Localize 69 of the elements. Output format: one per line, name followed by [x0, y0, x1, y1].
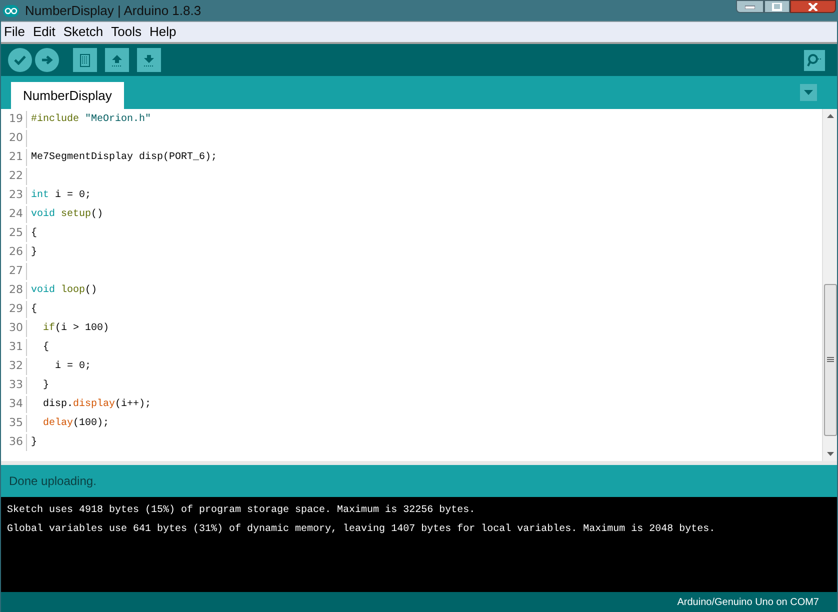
status-text: Done uploading. [9, 473, 96, 490]
save-button[interactable] [137, 48, 161, 72]
code-line: } [42, 378, 50, 393]
grip-icon [826, 357, 834, 363]
board-info: Arduino/Genuino Uno on COM7 [677, 596, 819, 610]
minimize-icon [745, 4, 755, 8]
maximize-button[interactable] [764, 0, 790, 13]
scroll-down-icon [826, 452, 834, 456]
code-line: { [42, 340, 50, 355]
code-line: i = 0; [54, 360, 92, 374]
line-number: 25 [1, 225, 27, 242]
line-number: 36 [1, 434, 27, 451]
minimize-button[interactable] [736, 0, 764, 13]
arrow-right-icon [41, 55, 53, 65]
menu-item[interactable]: Tools [111, 22, 142, 42]
code-line: delay(100); [42, 416, 110, 431]
line-number: 21 [1, 149, 27, 166]
line-number: 27 [1, 263, 27, 280]
code-line: disp.display(i++); [42, 398, 152, 412]
upload-button[interactable] [35, 48, 59, 72]
line-number: 34 [1, 396, 27, 413]
arrow-up-icon [111, 54, 123, 66]
code-line: int i = 0; [30, 188, 92, 203]
close-button[interactable] [790, 0, 836, 13]
close-icon [808, 2, 818, 10]
code-line: } [30, 246, 38, 260]
verify-button[interactable] [8, 48, 32, 72]
maximize-icon [772, 2, 782, 10]
infinity-logo-icon [3, 4, 19, 16]
line-number: 32 [1, 358, 27, 375]
line-number: 31 [1, 339, 27, 356]
line-number: 23 [1, 187, 27, 204]
document-icon [80, 54, 90, 66]
line-number: 20 [1, 130, 27, 147]
line-number: 26 [1, 244, 27, 261]
arrow-down-icon [143, 54, 155, 66]
magnifier-icon [806, 53, 822, 67]
menu-item[interactable]: Sketch [63, 22, 104, 42]
line-number: 30 [1, 320, 27, 337]
line-number: 22 [1, 168, 27, 185]
serial-monitor-button[interactable] [804, 50, 825, 70]
scroll-thumb[interactable] [824, 284, 836, 436]
line-number: 33 [1, 377, 27, 394]
line-number: 24 [1, 206, 27, 223]
line-number: 19 [1, 111, 27, 128]
tab[interactable]: NumberDisplay [11, 82, 124, 109]
window-title: NumberDisplay | Arduino 1.8.3 [25, 2, 202, 20]
menu-item[interactable]: Edit [32, 22, 56, 42]
console-line: Sketch uses 4918 bytes (15%) of program storage space. Maximum is 32256 bytes. [7, 504, 476, 518]
code-line: } [30, 436, 38, 450]
menu-item[interactable]: File [4, 22, 25, 42]
code-line: if(i > 100) [42, 322, 110, 336]
line-number: 35 [1, 415, 27, 432]
line-number: 29 [1, 301, 27, 318]
code-line: void setup() [30, 208, 104, 222]
new-button[interactable] [73, 48, 97, 72]
menu-item[interactable]: Help [149, 22, 176, 42]
code-line: { [30, 302, 38, 317]
line-number: 28 [1, 282, 27, 299]
scroll-up-icon [826, 114, 834, 118]
caret-down-icon [804, 90, 813, 95]
code-line: #include "MeOrion.h" [30, 112, 152, 127]
code-line: { [30, 226, 38, 241]
checkmark-icon [14, 55, 26, 65]
tab-menu-button[interactable] [800, 84, 817, 101]
code-line: Me7SegmentDisplay disp(PORT_6); [30, 150, 218, 165]
console-line: Global variables use 641 bytes (31%) of dynamic memory, leaving 1407 bytes for local variables. Maximum is 2048 bytes. [7, 522, 716, 537]
code-line: void loop() [30, 284, 98, 298]
open-button[interactable] [105, 48, 129, 72]
